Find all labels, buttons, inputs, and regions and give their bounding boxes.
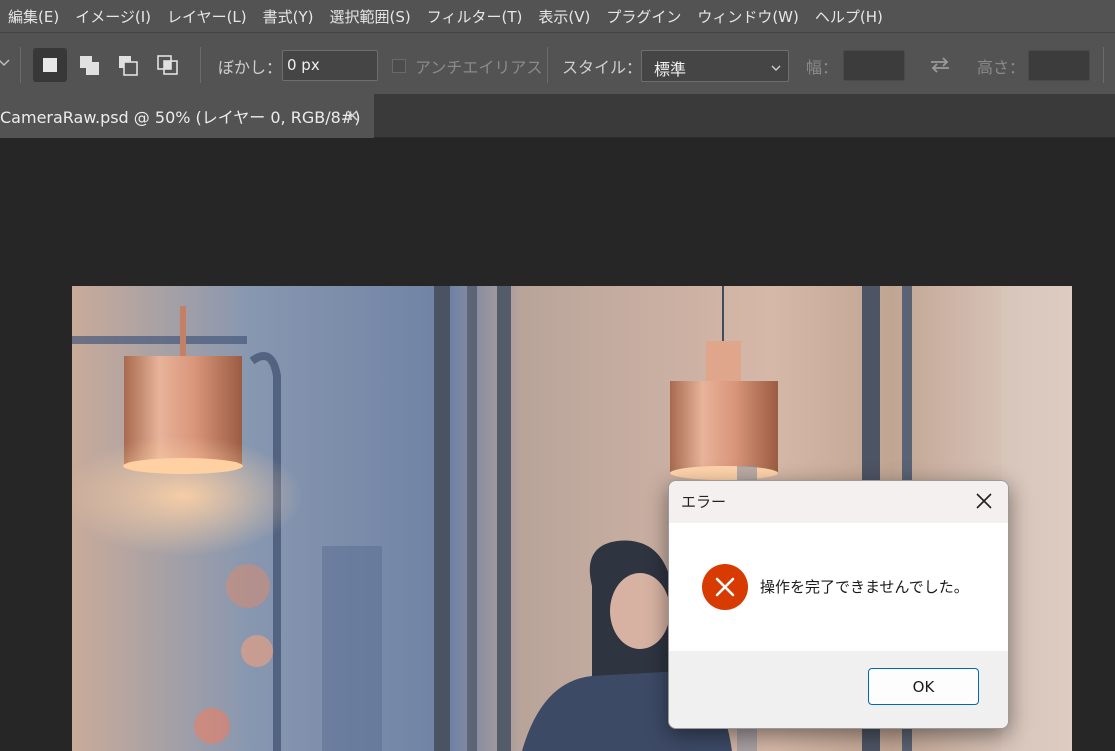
menu-layer[interactable]: レイヤー(L): [159, 6, 255, 27]
menu-plugins[interactable]: プラグイン: [598, 6, 689, 27]
menu-window[interactable]: ウィンドウ(W): [689, 6, 807, 27]
feather-input[interactable]: 0 px: [282, 50, 378, 81]
menu-image[interactable]: イメージ(I): [67, 6, 159, 27]
menu-view[interactable]: 表示(V): [530, 6, 598, 27]
style-select[interactable]: 標準: [641, 50, 789, 82]
chevron-down-icon: [770, 59, 782, 78]
menu-bar: 編集(E) イメージ(I) レイヤー(L) 書式(Y) 選択範囲(S) フィルタ…: [0, 0, 1115, 32]
tool-preset-chevron-icon[interactable]: [0, 55, 10, 73]
menu-type[interactable]: 書式(Y): [255, 6, 322, 27]
dialog-title: エラー: [681, 493, 727, 511]
height-input[interactable]: [1028, 50, 1090, 81]
options-bar: ぼかし： 0 px アンチエイリアス スタイル： 標準 幅： 高さ：: [0, 32, 1115, 94]
intersect-selection-button[interactable]: [151, 48, 185, 82]
dialog-message: 操作を完了できませんでした。: [760, 578, 969, 596]
intersect-selection-icon: [151, 55, 185, 86]
subtract-selection-button[interactable]: [111, 48, 145, 82]
swap-icon[interactable]: [927, 53, 953, 81]
error-icon: [701, 563, 749, 611]
style-select-value: 標準: [654, 60, 687, 79]
close-icon[interactable]: [970, 487, 998, 515]
subtract-selection-icon: [111, 56, 145, 86]
close-icon[interactable]: ×: [345, 105, 360, 126]
dialog-body: 操作を完了できませんでした。: [669, 523, 1008, 651]
add-selection-icon: [73, 56, 107, 86]
antialias-label: アンチエイリアス: [415, 58, 543, 77]
feather-label: ぼかし：: [218, 58, 283, 77]
menu-filter[interactable]: フィルター(T): [419, 6, 531, 27]
error-dialog: エラー 操作を完了できませんでした。 OK: [668, 480, 1009, 729]
style-label: スタイル：: [562, 58, 643, 77]
width-input[interactable]: [843, 50, 905, 81]
document-tab-bar: CameraRaw.psd @ 50% (レイヤー 0, RGB/8#) ×: [0, 94, 1115, 138]
ok-button[interactable]: OK: [868, 668, 979, 705]
dialog-titlebar[interactable]: エラー: [669, 481, 1008, 523]
new-selection-icon: [33, 58, 67, 86]
new-selection-button[interactable]: [33, 48, 67, 82]
width-label: 幅：: [806, 58, 839, 77]
menu-help[interactable]: ヘルプ(H): [807, 6, 891, 27]
document-tab[interactable]: CameraRaw.psd @ 50% (レイヤー 0, RGB/8#) ×: [0, 94, 374, 138]
add-selection-button[interactable]: [73, 48, 107, 82]
menu-edit[interactable]: 編集(E): [0, 6, 67, 27]
height-label: 高さ：: [977, 58, 1026, 77]
menu-select[interactable]: 選択範囲(S): [322, 6, 419, 27]
document-tab-title: CameraRaw.psd @ 50% (レイヤー 0, RGB/8#): [0, 108, 361, 127]
dialog-footer: OK: [669, 651, 1008, 728]
antialias-checkbox[interactable]: [392, 59, 406, 73]
